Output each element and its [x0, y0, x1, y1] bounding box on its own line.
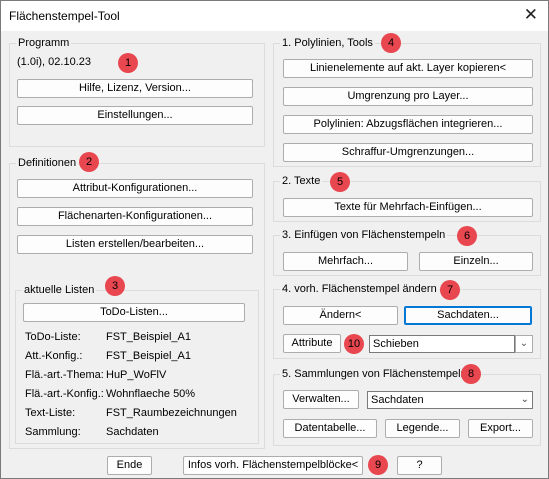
attribute-button[interactable]: Attribute	[283, 334, 341, 353]
att-konfig-value: FST_Beispiel_A1	[106, 350, 191, 362]
todo-liste-key: ToDo-Liste:	[25, 331, 81, 343]
flaechenart-thema-key: Flä.-art.-Thema:	[25, 369, 104, 381]
version-text: (1.0i), 02.10.23	[17, 56, 91, 68]
text-liste-key: Text-Liste:	[25, 407, 76, 419]
texte-mehrfach-button[interactable]: Texte für Mehrfach-Einfügen...	[283, 198, 533, 217]
flaechenart-thema-value: HuP_WoFlV	[106, 369, 167, 381]
programm-legend: Programm	[16, 37, 72, 49]
abzugsflaechen-button[interactable]: Polylinien: Abzugsflächen integrieren...	[283, 115, 533, 134]
mehrfach-button[interactable]: Mehrfach...	[283, 252, 408, 271]
att-konfig-key: Att.-Konfig.:	[25, 350, 83, 362]
umgrenzung-pro-layer-button[interactable]: Umgrenzung pro Layer...	[283, 87, 533, 106]
badge-2: 2	[79, 152, 99, 172]
texte-legend: 2. Texte	[280, 175, 323, 187]
sammlung-value: Sachdaten	[106, 426, 159, 438]
title-bar: Flächenstempel-Tool ✕	[1, 1, 548, 31]
einzeln-button[interactable]: Einzeln...	[419, 252, 533, 271]
badge-1: 1	[118, 53, 138, 73]
flaechenarten-konfigurationen-button[interactable]: Flächenarten-Konfigurationen...	[17, 207, 253, 226]
aendern-mode-combo[interactable]: Schieben ⌄	[369, 335, 533, 353]
definitionen-legend: Definitionen	[16, 157, 79, 169]
chevron-down-icon[interactable]: ⌄	[515, 335, 533, 353]
text-liste-value: FST_Raumbezeichnungen	[106, 407, 237, 419]
todo-listen-button[interactable]: ToDo-Listen...	[23, 303, 245, 322]
badge-9: 9	[368, 455, 388, 475]
verwalten-button[interactable]: Verwalten...	[283, 390, 359, 409]
schraffur-umgrenzungen-button[interactable]: Schraffur-Umgrenzungen...	[283, 143, 533, 162]
badge-7: 7	[440, 280, 460, 300]
todo-liste-value: FST_Beispiel_A1	[106, 331, 191, 343]
sammlung-combo-value: Sachdaten	[371, 394, 424, 406]
aendern-legend: 4. vorh. Flächenstempel ändern	[280, 283, 439, 295]
linienelemente-kopieren-button[interactable]: Linienelemente auf akt. Layer kopieren<	[283, 59, 533, 78]
aendern-mode-value: Schieben	[373, 338, 419, 350]
badge-10: 10	[344, 334, 364, 354]
aktuelle-listen-legend: aktuelle Listen	[22, 284, 97, 296]
sachdaten-button[interactable]: Sachdaten...	[404, 306, 532, 325]
infos-flaechenstempelbloecke-button[interactable]: Infos vorh. Flächenstempelblöcke<	[183, 456, 363, 475]
einstellungen-button[interactable]: Einstellungen...	[17, 106, 253, 125]
badge-8: 8	[461, 364, 481, 384]
ende-button[interactable]: Ende	[107, 456, 152, 475]
badge-5: 5	[330, 172, 350, 192]
datentabelle-button[interactable]: Datentabelle...	[283, 419, 377, 438]
badge-3: 3	[105, 276, 125, 296]
legende-button[interactable]: Legende...	[385, 419, 460, 438]
einfuegen-legend: 3. Einfügen von Flächenstempeln	[280, 229, 448, 241]
sammlungen-legend: 5. Sammlungen von Flächenstempeln	[280, 368, 469, 380]
attribut-konfigurationen-button[interactable]: Attribut-Konfigurationen...	[17, 179, 253, 198]
hilfe-button[interactable]: Hilfe, Lizenz, Version...	[17, 79, 253, 98]
flaechenart-konfig-key: Flä.-art.-Konfig.:	[25, 388, 104, 400]
chevron-down-icon[interactable]: ⌄	[521, 392, 529, 408]
dialog-window: Flächenstempel-Tool ✕ Programm (1.0i), 0…	[0, 0, 549, 479]
export-button[interactable]: Export...	[468, 419, 533, 438]
aendern-button[interactable]: Ändern<	[283, 306, 398, 325]
badge-6: 6	[457, 226, 477, 246]
polylinien-legend: 1. Polylinien, Tools	[280, 37, 375, 49]
help-button[interactable]: ?	[397, 456, 442, 475]
flaechenart-konfig-value: Wohnflaeche 50%	[106, 388, 196, 400]
window-title: Flächenstempel-Tool	[9, 9, 120, 23]
sammlung-combo[interactable]: Sachdaten ⌄	[367, 391, 533, 409]
close-icon[interactable]: ✕	[524, 5, 538, 25]
listen-bearbeiten-button[interactable]: Listen erstellen/bearbeiten...	[17, 235, 253, 254]
badge-4: 4	[381, 33, 401, 53]
sammlung-key: Sammlung:	[25, 426, 81, 438]
